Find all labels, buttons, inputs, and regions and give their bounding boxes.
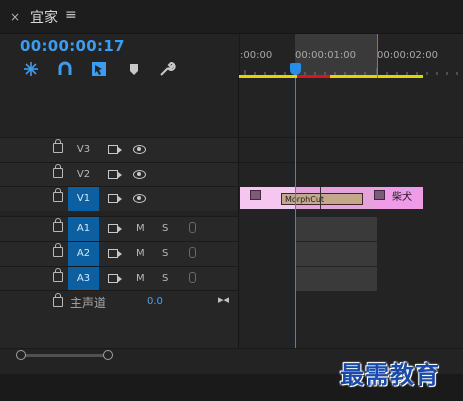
transition-morphcut[interactable]: MorphCut <box>281 193 363 205</box>
master-volume-value[interactable]: 0.0 <box>147 296 163 307</box>
microphone-icon[interactable] <box>189 222 196 233</box>
track-header-a2[interactable]: A2 M S <box>0 241 238 266</box>
lock-icon[interactable] <box>53 293 63 307</box>
track-header-v2[interactable]: V2 <box>0 162 238 187</box>
eye-icon[interactable] <box>133 194 146 203</box>
zoom-scrollbar[interactable] <box>20 354 108 357</box>
wrench-icon[interactable] <box>158 60 176 78</box>
lock-icon[interactable] <box>53 243 63 257</box>
track-lane-v2[interactable] <box>239 162 463 187</box>
scroll-handle-left[interactable] <box>16 350 26 360</box>
microphone-icon[interactable] <box>189 247 196 258</box>
ruler-tick-label: 00:00:02:00 <box>377 50 439 61</box>
microphone-icon[interactable] <box>189 272 196 283</box>
track-name[interactable]: A2 <box>68 242 99 266</box>
audio-lane-shade <box>296 217 377 241</box>
audio-lane-shade <box>296 242 377 266</box>
close-icon[interactable]: × <box>10 10 20 24</box>
watermark: 最需教育 <box>340 360 440 389</box>
ruler-tick-label: 00:00:01:00 <box>295 50 357 61</box>
fx-badge-icon <box>374 190 385 200</box>
fx-badge-icon <box>250 190 261 200</box>
track-lane-v3[interactable] <box>239 137 463 162</box>
playhead-line[interactable] <box>295 78 296 350</box>
linked-selection-icon[interactable] <box>90 60 108 78</box>
collapse-icon[interactable]: ▸◂ <box>218 293 229 306</box>
track-name[interactable]: V2 <box>68 163 99 187</box>
track-name[interactable]: A1 <box>68 217 99 241</box>
audio-lane-shade <box>296 267 377 291</box>
track-header-v1[interactable]: V1 <box>0 186 238 211</box>
panel-menu-icon[interactable]: ≡ <box>65 7 77 23</box>
sync-lock-icon[interactable] <box>108 249 122 258</box>
track-name[interactable]: A3 <box>68 267 99 291</box>
eye-icon[interactable] <box>133 145 146 154</box>
edit-point <box>320 187 321 209</box>
lock-icon[interactable] <box>53 139 63 153</box>
track-name[interactable]: V3 <box>68 138 99 162</box>
eye-icon[interactable] <box>133 170 146 179</box>
panel-title[interactable]: 宜家 <box>30 7 58 27</box>
lock-icon[interactable] <box>53 218 63 232</box>
ruler-ticks <box>244 68 458 75</box>
mute-button[interactable]: M <box>136 267 145 291</box>
ruler-tick-label: :00:00 <box>240 50 273 61</box>
solo-button[interactable]: S <box>162 217 168 241</box>
track-header-v3[interactable]: V3 <box>0 137 238 162</box>
track-content[interactable] <box>239 78 463 348</box>
track-header-a1[interactable]: A1 M S <box>0 216 238 241</box>
video-empty-area <box>0 78 238 136</box>
sync-lock-icon[interactable] <box>108 224 122 233</box>
sync-lock-icon[interactable] <box>108 170 122 179</box>
marker-icon[interactable] <box>125 60 143 78</box>
sync-lock-icon[interactable] <box>108 274 122 283</box>
solo-button[interactable]: S <box>162 242 168 266</box>
mute-button[interactable]: M <box>136 217 145 241</box>
panel-divider[interactable] <box>238 78 239 348</box>
scroll-handle-right[interactable] <box>103 350 113 360</box>
solo-button[interactable]: S <box>162 267 168 291</box>
mute-button[interactable]: M <box>136 242 145 266</box>
sync-lock-icon[interactable] <box>108 194 122 203</box>
lock-icon[interactable] <box>53 164 63 178</box>
lock-icon[interactable] <box>53 268 63 282</box>
lock-icon[interactable] <box>53 188 63 202</box>
playhead-timecode[interactable]: 00:00:00:17 <box>20 37 125 55</box>
master-track-label: 主声道 <box>70 296 107 310</box>
work-area-end-line <box>377 34 378 78</box>
playhead-handle[interactable] <box>290 63 301 75</box>
snap-icon[interactable] <box>22 60 40 78</box>
track-header-master <box>0 290 238 349</box>
magnet-icon[interactable] <box>56 60 74 78</box>
track-name[interactable]: V1 <box>68 187 99 211</box>
sync-lock-icon[interactable] <box>108 145 122 154</box>
track-header-a3[interactable]: A3 M S <box>0 266 238 291</box>
clip-name: 柴犬 <box>392 192 412 203</box>
